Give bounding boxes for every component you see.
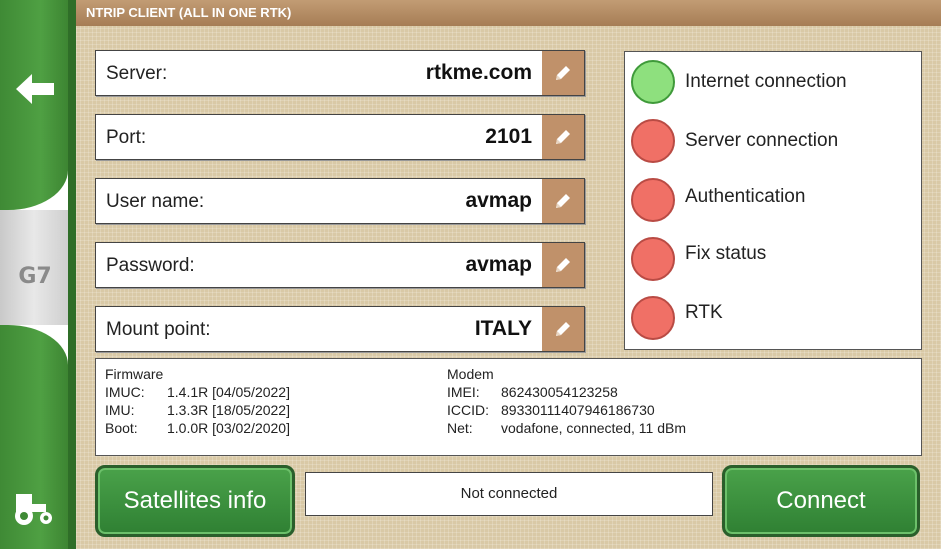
connection-status-text: Not connected [305,472,713,516]
modem-row: ICCID: 89330111407946186730 [447,401,686,419]
modem-key: IMEI: [447,384,480,400]
firmware-key: Boot: [105,420,138,436]
status-label: Authentication [685,186,806,207]
page-title: NTRIP CLIENT (ALL IN ONE RTK) [86,5,292,20]
connect-button[interactable]: Connect [722,465,920,537]
username-label: User name: [106,191,205,212]
modem-value: 862430054123258 [501,384,618,400]
firmware-value: 1.3.3R [18/05/2022] [167,402,290,418]
device-info-panel: Firmware IMUC: 1.4.1R [04/05/2022] IMU: 1.… [95,358,922,456]
username-value: avmap [465,189,532,212]
mount-point-label: Mount point: [106,319,211,340]
status-led-icon [631,119,675,163]
pencil-icon [556,194,570,208]
edit-username-button[interactable] [542,179,584,223]
modem-key: Net: [447,420,473,436]
status-server: Server connection [631,119,911,163]
status-led-icon [631,60,675,104]
firmware-key: IMUC: [105,384,145,400]
modem-value: vodafone, connected, 11 dBm [501,420,686,436]
status-fix: Fix status [631,237,911,281]
port-field[interactable]: Port: 2101 [95,114,585,160]
server-field[interactable]: Server: rtkme.com [95,50,585,96]
g7-logo: G7 [18,264,52,289]
modem-info: Modem IMEI: 862430054123258 ICCID: 8933011… [447,365,686,437]
ntrip-client-screen: G7 NTRIP CLIENT (ALL IN ONE RTK) Server:… [0,0,941,549]
pencil-icon [556,66,570,80]
status-authentication: Authentication [631,178,911,222]
back-arrow-icon [16,74,54,104]
port-value: 2101 [485,125,532,148]
username-field[interactable]: User name: avmap [95,178,585,224]
status-label: Fix status [685,243,767,264]
back-button[interactable] [14,68,56,110]
tractor-button[interactable] [12,490,56,526]
edit-port-button[interactable] [542,115,584,159]
edit-password-button[interactable] [542,243,584,287]
firmware-value: 1.0.0R [03/02/2020] [167,420,290,436]
status-label: Internet connection [685,71,847,92]
status-label: RTK [685,302,723,323]
satellites-info-button[interactable]: Satellites info [95,465,295,537]
status-led-icon [631,237,675,281]
password-value: avmap [465,253,532,276]
edit-server-button[interactable] [542,51,584,95]
status-label: Server connection [685,130,839,151]
status-led-icon [631,296,675,340]
modem-row: IMEI: 862430054123258 [447,383,686,401]
tractor-icon [15,494,52,525]
firmware-info: Firmware IMUC: 1.4.1R [04/05/2022] IMU: 1.… [105,365,290,437]
mount-point-value: ITALY [474,317,532,340]
connection-status-panel: Internet connection Server connection Au… [624,51,922,350]
status-rtk: RTK [631,296,911,340]
main-panel: NTRIP CLIENT (ALL IN ONE RTK) Server: rt… [76,0,941,549]
modem-key: ICCID: [447,402,489,418]
modem-row: Net: vodafone, connected, 11 dBm [447,419,686,437]
pencil-icon [556,130,570,144]
modem-heading: Modem [447,366,494,382]
firmware-key: IMU: [105,402,135,418]
server-label: Server: [106,63,168,84]
edit-mount-point-button[interactable] [542,307,584,351]
password-field[interactable]: Password: avmap [95,242,585,288]
left-sidebar: G7 [0,0,76,549]
mount-point-field[interactable]: Mount point: ITALY [95,306,585,352]
firmware-row: IMU: 1.3.3R [18/05/2022] [105,401,290,419]
status-internet: Internet connection [631,60,911,104]
firmware-value: 1.4.1R [04/05/2022] [167,384,290,400]
status-led-icon [631,178,675,222]
modem-value: 89330111407946186730 [501,402,655,418]
firmware-row: IMUC: 1.4.1R [04/05/2022] [105,383,290,401]
server-value: rtkme.com [425,61,532,84]
password-label: Password: [106,255,195,276]
port-label: Port: [106,127,147,148]
firmware-heading: Firmware [105,366,164,382]
pencil-icon [556,258,570,272]
firmware-row: Boot: 1.0.0R [03/02/2020] [105,419,290,437]
pencil-icon [556,322,570,336]
title-bar: NTRIP CLIENT (ALL IN ONE RTK) [76,0,941,26]
